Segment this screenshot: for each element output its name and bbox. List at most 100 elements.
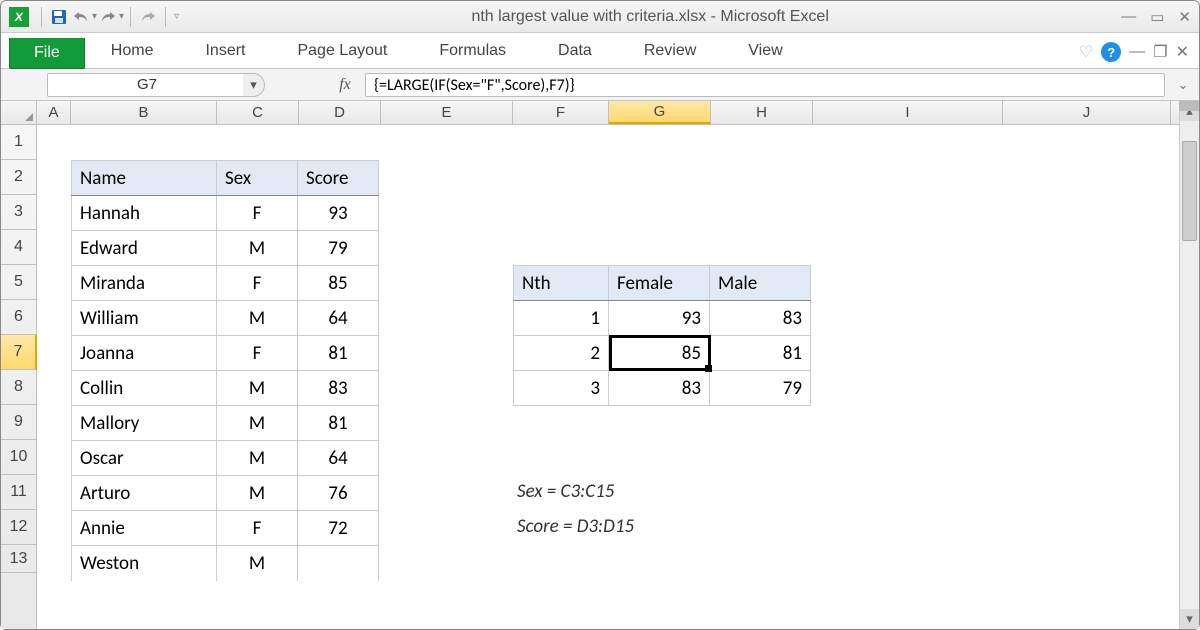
col-J[interactable]: J <box>1003 101 1171 124</box>
table-row[interactable]: WestonM <box>72 546 379 581</box>
tab-home[interactable]: Home <box>85 34 180 68</box>
cell-male[interactable]: 83 <box>710 301 811 336</box>
cell-female[interactable]: 83 <box>609 371 710 406</box>
row-12[interactable]: 12 <box>1 510 36 545</box>
undo-icon[interactable] <box>70 6 92 28</box>
table-row[interactable]: ArturoM76 <box>72 476 379 511</box>
cell-sex[interactable]: M <box>217 406 298 441</box>
cell-nth[interactable]: 2 <box>514 336 609 371</box>
cell-sex[interactable]: F <box>217 336 298 371</box>
cell-score[interactable]: 64 <box>298 301 379 336</box>
tab-view[interactable]: View <box>722 34 808 68</box>
col-B[interactable]: B <box>71 101 217 124</box>
cell-name[interactable]: Hannah <box>72 196 217 231</box>
cell-sex[interactable]: M <box>217 441 298 476</box>
cell-sex[interactable]: M <box>217 371 298 406</box>
cell-name[interactable]: Miranda <box>72 266 217 301</box>
select-all-corner[interactable] <box>1 101 37 124</box>
cell-score[interactable]: 93 <box>298 196 379 231</box>
cell-score[interactable]: 83 <box>298 371 379 406</box>
hdr-female[interactable]: Female <box>609 266 710 301</box>
cell-score[interactable]: 76 <box>298 476 379 511</box>
name-box[interactable]: G7 <box>47 73 247 97</box>
redo-icon[interactable] <box>97 6 119 28</box>
table-row[interactable]: MalloryM81 <box>72 406 379 441</box>
cell-male[interactable]: 81 <box>710 336 811 371</box>
hdr-score[interactable]: Score <box>298 161 379 196</box>
hdr-nth[interactable]: Nth <box>514 266 609 301</box>
cell-score[interactable]: 85 <box>298 266 379 301</box>
tab-formulas[interactable]: Formulas <box>413 34 532 68</box>
row-9[interactable]: 9 <box>1 405 36 440</box>
col-G[interactable]: G <box>609 101 711 124</box>
cell-name[interactable]: Arturo <box>72 476 217 511</box>
cell-score[interactable]: 81 <box>298 336 379 371</box>
cell-female[interactable]: 85 <box>609 336 710 371</box>
cell-name[interactable]: Annie <box>72 511 217 546</box>
cell-sex[interactable]: F <box>217 266 298 301</box>
table-row[interactable]: MirandaF85 <box>72 266 379 301</box>
minimize-icon[interactable]: ― <box>1121 8 1136 26</box>
cell-sex[interactable]: F <box>217 511 298 546</box>
row-1[interactable]: 1 <box>1 125 36 160</box>
cell-name[interactable]: Mallory <box>72 406 217 441</box>
fx-icon[interactable]: fx <box>333 76 357 94</box>
hdr-name[interactable]: Name <box>72 161 217 196</box>
ribbon-min-chevron-icon[interactable]: ♡ <box>1079 42 1093 62</box>
table-row[interactable]: WilliamM64 <box>72 301 379 336</box>
row-8[interactable]: 8 <box>1 370 36 405</box>
row-11[interactable]: 11 <box>1 475 36 510</box>
cell-name[interactable]: Joanna <box>72 336 217 371</box>
cell-sex[interactable]: M <box>217 546 298 581</box>
name-box-dropdown-icon[interactable]: ▾ <box>243 73 265 97</box>
hdr-sex[interactable]: Sex <box>217 161 298 196</box>
split-handle[interactable] <box>1179 101 1199 111</box>
cell-score[interactable] <box>298 546 379 581</box>
cell-name[interactable]: Collin <box>72 371 217 406</box>
doc-close-icon[interactable]: ✕ <box>1176 42 1189 62</box>
tab-file[interactable]: File <box>9 38 85 69</box>
cell-sex[interactable]: M <box>217 231 298 266</box>
cell-name[interactable]: William <box>72 301 217 336</box>
hdr-male[interactable]: Male <box>710 266 811 301</box>
cell-score[interactable]: 64 <box>298 441 379 476</box>
row-13[interactable]: 13 <box>1 545 36 573</box>
cell-name[interactable]: Oscar <box>72 441 217 476</box>
close-icon[interactable]: ✕ <box>1178 8 1191 26</box>
row-4[interactable]: 4 <box>1 230 36 265</box>
table-row[interactable]: 19383 <box>514 301 811 336</box>
table-row[interactable]: HannahF93 <box>72 196 379 231</box>
col-F[interactable]: F <box>513 101 609 124</box>
table-row[interactable]: OscarM64 <box>72 441 379 476</box>
row-6[interactable]: 6 <box>1 300 36 335</box>
table-row[interactable]: EdwardM79 <box>72 231 379 266</box>
table-row[interactable]: JoannaF81 <box>72 336 379 371</box>
row-3[interactable]: 3 <box>1 195 36 230</box>
table-row[interactable]: AnnieF72 <box>72 511 379 546</box>
table-row[interactable]: 28581 <box>514 336 811 371</box>
table-row[interactable]: CollinM83 <box>72 371 379 406</box>
col-A[interactable]: A <box>37 101 71 124</box>
save-icon[interactable] <box>48 6 70 28</box>
cell-score[interactable]: 81 <box>298 406 379 441</box>
table-row[interactable]: 38379 <box>514 371 811 406</box>
cell-name[interactable]: Edward <box>72 231 217 266</box>
col-D[interactable]: D <box>299 101 381 124</box>
cell-sex[interactable]: M <box>217 476 298 511</box>
formula-input[interactable]: {=LARGE(IF(Sex="F",Score),F7)} <box>365 73 1165 97</box>
cell-male[interactable]: 79 <box>710 371 811 406</box>
cell-nth[interactable]: 3 <box>514 371 609 406</box>
formula-expand-icon[interactable]: ⌄ <box>1173 77 1193 93</box>
row-7[interactable]: 7 <box>1 335 37 370</box>
doc-minimize-icon[interactable]: ― <box>1129 43 1145 61</box>
col-C[interactable]: C <box>217 101 299 124</box>
redo-alt-icon[interactable] <box>137 6 159 28</box>
tab-review[interactable]: Review <box>618 34 722 68</box>
cell-grid[interactable]: Name Sex Score HannahF93EdwardM79Miranda… <box>37 125 1199 629</box>
scroll-thumb[interactable] <box>1182 141 1197 241</box>
row-10[interactable]: 10 <box>1 440 36 475</box>
vertical-scrollbar[interactable]: ▴ ▾ <box>1179 101 1199 629</box>
col-E[interactable]: E <box>381 101 513 124</box>
cell-nth[interactable]: 1 <box>514 301 609 336</box>
cell-female[interactable]: 93 <box>609 301 710 336</box>
